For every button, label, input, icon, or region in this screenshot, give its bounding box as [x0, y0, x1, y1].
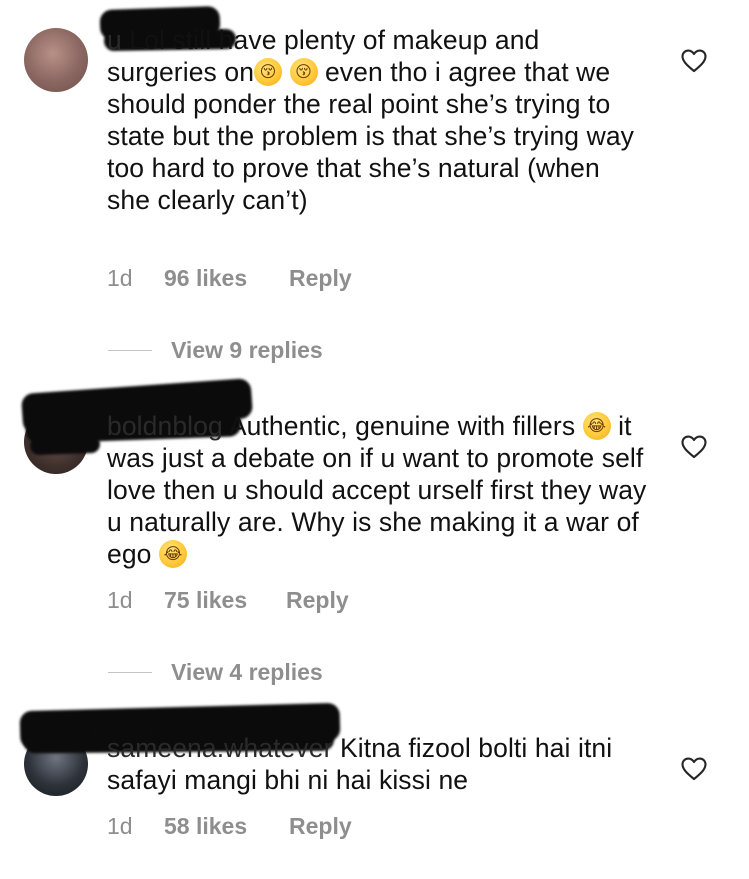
- tears-of-joy-emoji-icon: 😂: [582, 412, 611, 440]
- heart-outline-icon[interactable]: [681, 49, 707, 73]
- comment-likes[interactable]: 58 likes: [164, 813, 289, 840]
- comment-username[interactable]: u: [107, 25, 122, 55]
- comment-age: 1d: [107, 813, 133, 839]
- comment-meta: 1d 58 likes Reply: [107, 813, 352, 840]
- redaction-overlay: [29, 434, 101, 456]
- comment-text: u Lol still have plenty of makeup and su…: [107, 24, 647, 216]
- reply-button[interactable]: Reply: [289, 813, 352, 840]
- comment-username[interactable]: sameena.whatever: [107, 733, 333, 763]
- heart-outline-icon[interactable]: [681, 435, 707, 459]
- kissing-face-emoji-icon: 😚: [289, 58, 318, 86]
- view-replies-button[interactable]: View 9 replies: [108, 337, 323, 364]
- replies-divider-line: [108, 671, 152, 674]
- comment-likes[interactable]: 96 likes: [164, 265, 289, 292]
- kissing-face-emoji-icon: 😚: [254, 58, 283, 86]
- reply-button[interactable]: Reply: [286, 587, 349, 614]
- comment-text: boldnblog Authentic, genuine with filler…: [107, 410, 647, 570]
- view-replies-label: View 4 replies: [171, 659, 323, 685]
- view-replies-button[interactable]: View 4 replies: [108, 659, 323, 686]
- avatar[interactable]: [24, 28, 88, 92]
- comment-body: Authentic, genuine with fillers: [222, 411, 583, 441]
- comment-meta: 1d 75 likes Reply: [107, 587, 349, 614]
- comment-text: sameena.whatever Kitna fizool bolti hai …: [107, 732, 647, 796]
- heart-outline-icon[interactable]: [681, 757, 707, 781]
- comment-age: 1d: [107, 587, 133, 613]
- replies-divider-line: [108, 349, 152, 352]
- tears-of-joy-emoji-icon: 😂: [158, 540, 187, 568]
- comment-meta: 1d 96 likes Reply: [107, 265, 352, 292]
- comment-age: 1d: [107, 265, 133, 291]
- comment-username[interactable]: boldnblog: [107, 411, 223, 441]
- comment-likes[interactable]: 75 likes: [164, 587, 286, 614]
- reply-button[interactable]: Reply: [289, 265, 352, 292]
- view-replies-label: View 9 replies: [171, 337, 323, 363]
